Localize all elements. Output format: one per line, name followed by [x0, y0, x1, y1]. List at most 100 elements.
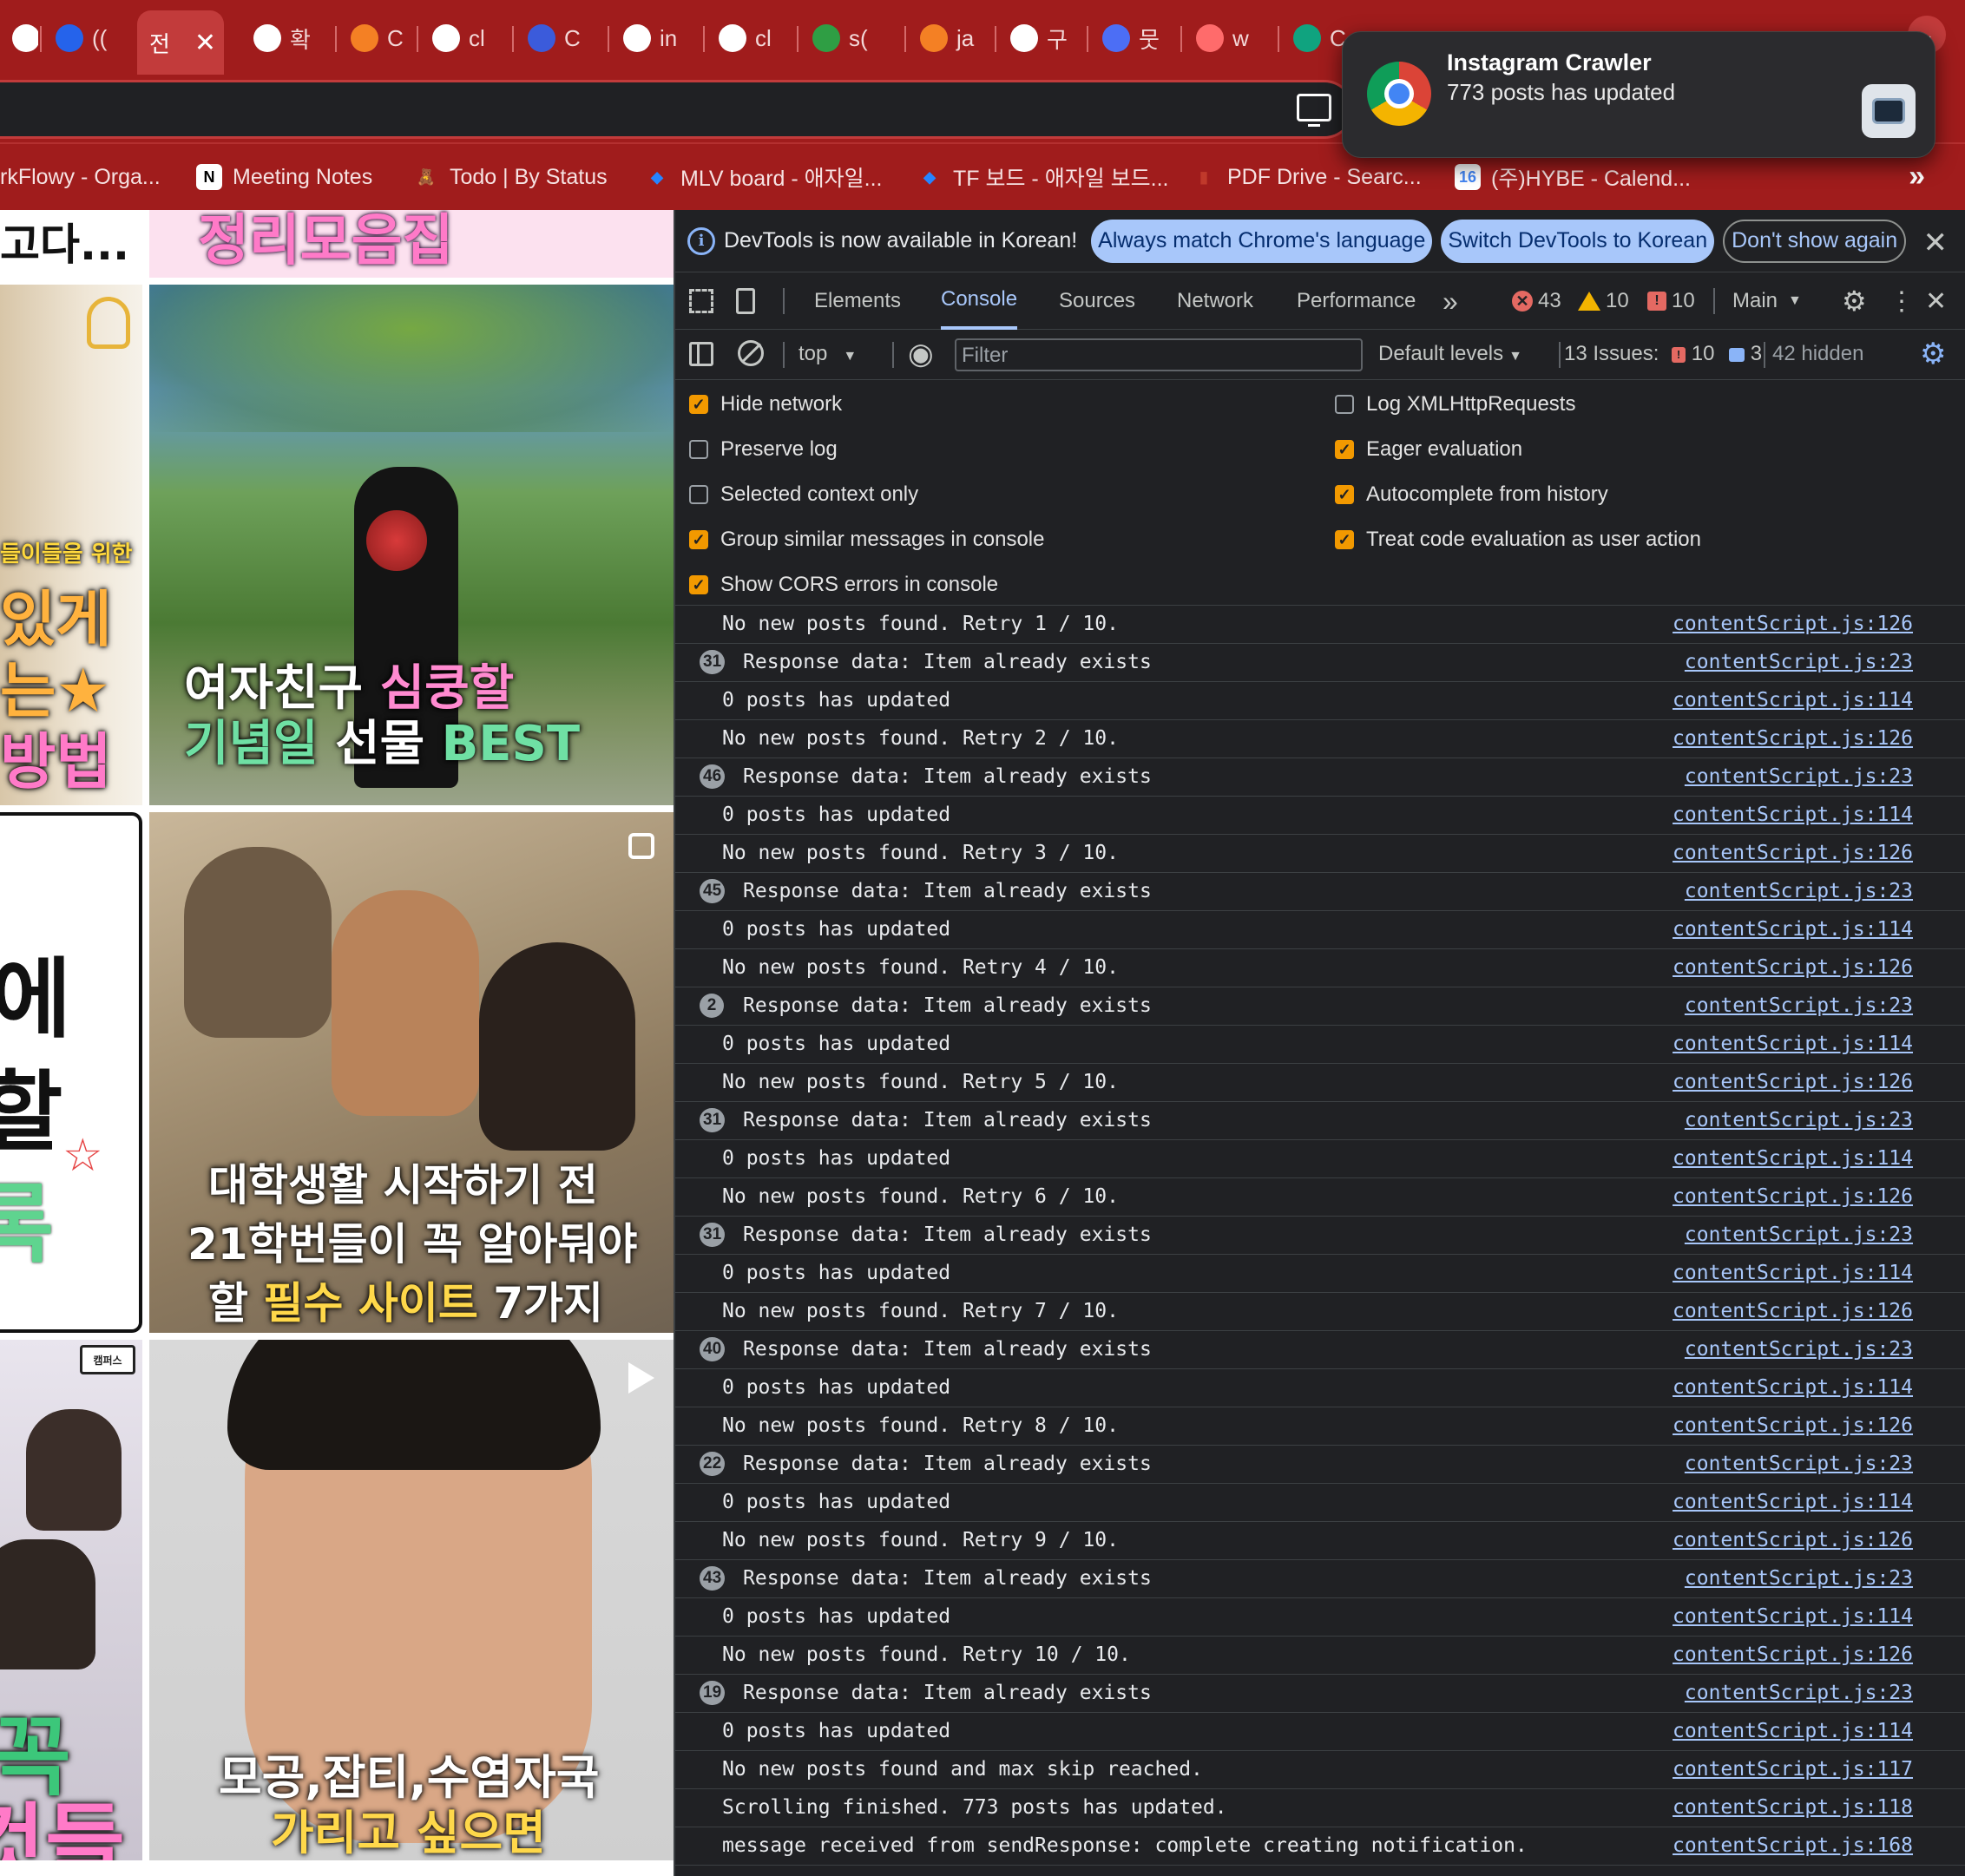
source-link[interactable]: contentScript.js:23: [1685, 1109, 1913, 1132]
device-toolbar-icon[interactable]: [736, 272, 755, 330]
source-link[interactable]: contentScript.js:23: [1685, 1682, 1913, 1704]
source-link[interactable]: contentScript.js:23: [1685, 1453, 1913, 1475]
bookmark-item[interactable]: ◆ TF 보드 - 애자일 보드...: [917, 160, 1168, 194]
browser-tab[interactable]: in: [611, 10, 700, 66]
source-link[interactable]: contentScript.js:23: [1685, 880, 1913, 902]
address-bar[interactable]: [0, 80, 1354, 139]
source-link[interactable]: contentScript.js:114: [1673, 1605, 1913, 1628]
close-icon[interactable]: ✕: [1923, 226, 1949, 260]
checkbox[interactable]: ✓: [689, 575, 708, 594]
more-tabs-button[interactable]: »: [1443, 272, 1458, 330]
source-link[interactable]: contentScript.js:114: [1673, 1720, 1913, 1742]
dont-show-again-button[interactable]: Don't show again: [1723, 219, 1907, 263]
bookmark-item[interactable]: rkFlowy - Orga...: [0, 160, 161, 194]
browser-tab[interactable]: 구: [998, 10, 1083, 66]
console-setting-option[interactable]: ✓ Hide network: [689, 392, 842, 417]
console-setting-option[interactable]: ✓ Treat code evaluation as user action: [1335, 528, 1701, 552]
tab-elements[interactable]: Elements: [814, 272, 901, 330]
post-left-3[interactable]: 캠퍼스 꼭 것들: [0, 1340, 142, 1860]
source-link[interactable]: contentScript.js:126: [1673, 1300, 1913, 1322]
issues-counter[interactable]: ! 10: [1647, 272, 1695, 330]
browser-tab[interactable]: C: [338, 10, 413, 66]
source-link[interactable]: contentScript.js:126: [1673, 1071, 1913, 1093]
checkbox[interactable]: [689, 440, 708, 459]
source-link[interactable]: contentScript.js:126: [1673, 727, 1913, 750]
browser-tab[interactable]: s(: [800, 10, 901, 66]
bookmarks-more-button[interactable]: »: [1909, 160, 1925, 194]
checkbox[interactable]: ✓: [689, 530, 708, 549]
tab-performance[interactable]: Performance: [1297, 272, 1416, 330]
bookmark-item[interactable]: 🧸 Todo | By Status: [413, 160, 608, 194]
switch-to-korean-button[interactable]: Switch DevTools to Korean: [1441, 219, 1715, 263]
checkbox[interactable]: ✓: [1335, 485, 1354, 504]
console-setting-option[interactable]: ✓ Group similar messages in console: [689, 528, 1045, 552]
live-expression-eye-icon[interactable]: ◉: [908, 337, 934, 371]
console-setting-option[interactable]: ✓ Show CORS errors in console: [689, 573, 998, 597]
checkbox[interactable]: [1335, 395, 1354, 414]
source-link[interactable]: contentScript.js:114: [1673, 918, 1913, 941]
post-left-1[interactable]: 들이들을 위한 있게 는★ 방법: [0, 285, 142, 805]
checkbox[interactable]: [689, 485, 708, 504]
context-selector[interactable]: Main ▼: [1732, 272, 1802, 330]
inspect-element-icon[interactable]: [689, 272, 713, 330]
source-link[interactable]: contentScript.js:114: [1673, 1376, 1913, 1399]
source-link[interactable]: contentScript.js:118: [1673, 1796, 1913, 1819]
bookmark-item[interactable]: 16 (주)HYBE - Calend...: [1455, 160, 1691, 194]
clear-console-icon[interactable]: [738, 340, 764, 366]
console-setting-option[interactable]: Selected context only: [689, 482, 918, 507]
checkbox[interactable]: ✓: [1335, 530, 1354, 549]
console-setting-option[interactable]: ✓ Autocomplete from history: [1335, 482, 1608, 507]
browser-tab[interactable]: 확: [241, 10, 332, 66]
source-link[interactable]: contentScript.js:114: [1673, 689, 1913, 712]
browser-tab[interactable]: ((: [43, 10, 130, 66]
bookmark-item[interactable]: N Meeting Notes: [196, 160, 372, 194]
bookmark-item[interactable]: ▮ PDF Drive - Searc...: [1191, 160, 1422, 194]
post-top-mid[interactable]: 정리모음집: [149, 210, 674, 278]
source-link[interactable]: contentScript.js:126: [1673, 842, 1913, 864]
browser-tab[interactable]: C: [1281, 10, 1351, 66]
source-link[interactable]: contentScript.js:126: [1673, 1414, 1913, 1437]
issues-link[interactable]: 13 Issues: ! 10 3: [1564, 342, 1762, 366]
tab-console[interactable]: Console: [941, 272, 1018, 330]
settings-gear-icon[interactable]: ⚙: [1842, 272, 1867, 330]
console-prompt-input[interactable]: ›: [675, 1866, 1965, 1876]
source-link[interactable]: contentScript.js:23: [1685, 1223, 1913, 1246]
source-link[interactable]: contentScript.js:126: [1673, 1643, 1913, 1666]
source-link[interactable]: contentScript.js:114: [1673, 1147, 1913, 1170]
source-link[interactable]: contentScript.js:126: [1673, 956, 1913, 979]
tab-network[interactable]: Network: [1177, 272, 1253, 330]
bookmark-item[interactable]: ◆ MLV board - 애자일...: [644, 160, 882, 194]
sidebar-toggle-icon[interactable]: [689, 342, 713, 366]
source-link[interactable]: contentScript.js:23: [1685, 765, 1913, 788]
system-notification[interactable]: Instagram Crawler 773 posts has updated: [1342, 31, 1935, 158]
browser-tab[interactable]: w: [1184, 10, 1274, 66]
install-app-icon[interactable]: [1297, 94, 1331, 127]
source-link[interactable]: contentScript.js:114: [1673, 804, 1913, 826]
browser-tab[interactable]: 뭇: [1090, 10, 1177, 66]
source-link[interactable]: contentScript.js:114: [1673, 1262, 1913, 1284]
browser-tab[interactable]: 전 ✕: [137, 10, 224, 75]
source-link[interactable]: contentScript.js:114: [1673, 1491, 1913, 1513]
source-link[interactable]: contentScript.js:114: [1673, 1033, 1913, 1055]
source-link[interactable]: contentScript.js:126: [1673, 613, 1913, 635]
log-levels-dropdown[interactable]: Default levels ▼: [1378, 342, 1522, 366]
post-2[interactable]: 대학생활 시작하기 전 21학번들이 꼭 알아둬야 할 필수 사이트 7가지: [149, 812, 674, 1333]
console-filter-input[interactable]: Filter: [955, 338, 1363, 371]
checkbox[interactable]: ✓: [689, 395, 708, 414]
console-setting-option[interactable]: ✓ Eager evaluation: [1335, 437, 1522, 462]
source-link[interactable]: contentScript.js:23: [1685, 1567, 1913, 1590]
post-top-left[interactable]: 고다...: [0, 210, 142, 278]
close-devtools-icon[interactable]: ✕: [1925, 272, 1947, 330]
browser-tab[interactable]: ja: [908, 10, 991, 66]
browser-tab[interactable]: C: [516, 10, 604, 66]
source-link[interactable]: contentScript.js:23: [1685, 1338, 1913, 1361]
source-link[interactable]: contentScript.js:168: [1673, 1834, 1913, 1857]
tab-sources[interactable]: Sources: [1059, 272, 1135, 330]
console-setting-option[interactable]: Preserve log: [689, 437, 838, 462]
console-settings-gear-icon[interactable]: ⚙: [1920, 337, 1946, 371]
context-top-selector[interactable]: top ▼: [798, 342, 857, 366]
error-counter[interactable]: ✕ 43: [1512, 272, 1561, 330]
post-3[interactable]: 모공,잡티,수염자국 가리고 싶으면: [149, 1340, 674, 1860]
always-match-language-button[interactable]: Always match Chrome's language: [1091, 219, 1433, 263]
source-link[interactable]: contentScript.js:23: [1685, 994, 1913, 1017]
